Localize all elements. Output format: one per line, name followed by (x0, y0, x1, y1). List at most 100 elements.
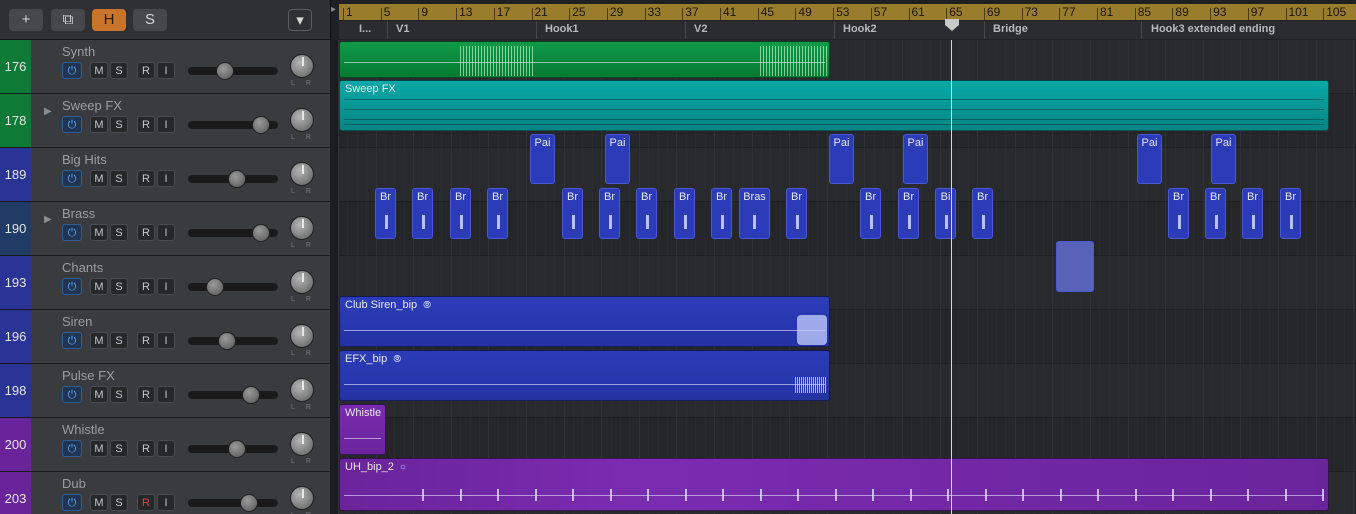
mute-button[interactable]: M (90, 386, 108, 403)
marker-track[interactable]: I... V1 Hook1 V2 Hook2 Bridge Hook3 extended e… (339, 21, 1356, 39)
input-monitor-button[interactable]: I (157, 116, 175, 133)
record-enable-button[interactable]: R (137, 116, 155, 133)
track-on-button[interactable]: ⏻ (62, 62, 82, 79)
pan-knob[interactable] (290, 162, 314, 186)
volume-fader[interactable] (188, 499, 278, 507)
solo-button[interactable]: S (110, 62, 128, 79)
record-enable-button[interactable]: R (137, 62, 155, 79)
region-brass[interactable]: Br (599, 188, 620, 239)
region-big-hit[interactable]: Pai (530, 134, 555, 184)
solo-button[interactable]: S (110, 224, 128, 241)
volume-fader-knob[interactable] (216, 62, 234, 80)
pan-knob[interactable] (290, 54, 314, 78)
region-brass[interactable]: Br (412, 188, 433, 239)
track-header-sweep-fx[interactable]: 178 ▶ Sweep FX ⏻ M S R I LR (0, 94, 330, 148)
region-efx-bip[interactable]: EFX_bip ⦾ (339, 350, 830, 401)
volume-fader-knob[interactable] (240, 494, 258, 512)
region-brass[interactable]: Br (1242, 188, 1263, 239)
pan-knob[interactable] (290, 486, 314, 510)
track-on-button[interactable]: ⏻ (62, 116, 82, 133)
track-header-chants[interactable]: 193 Chants ⏻ M S R I LR (0, 256, 330, 310)
volume-fader[interactable] (188, 391, 278, 399)
region-uh-bip[interactable]: UH_bip_2 ○ (339, 458, 1329, 511)
mute-button[interactable]: M (90, 332, 108, 349)
marker-hook2[interactable]: Hook2 (843, 23, 877, 35)
mute-button[interactable]: M (90, 494, 108, 511)
region-brass[interactable]: Br (1168, 188, 1189, 239)
mute-button[interactable]: M (90, 62, 108, 79)
region-chants[interactable] (1056, 241, 1094, 292)
track-on-button[interactable]: ⏻ (62, 170, 82, 187)
region-big-hit[interactable]: Pai (1137, 134, 1162, 184)
record-enable-button[interactable]: R (137, 170, 155, 187)
region-brass[interactable]: Bi (935, 188, 956, 239)
track-name[interactable]: Brass (62, 206, 95, 221)
track-header-dub[interactable]: 203Dub⏻MSRILR (0, 472, 330, 514)
track-header-brass[interactable]: 190 ▶ Brass ⏻ M S R I LR (0, 202, 330, 256)
marker-bridge[interactable]: Bridge (993, 23, 1028, 35)
track-name[interactable]: Pulse FX (62, 368, 115, 383)
volume-fader-knob[interactable] (252, 224, 270, 242)
duplicate-track-button[interactable]: ⧉ (51, 9, 85, 31)
volume-fader-knob[interactable] (228, 440, 246, 458)
track-name[interactable]: Dub (62, 476, 86, 491)
region-brass[interactable]: Br (636, 188, 657, 239)
region-big-hit[interactable]: Pai (829, 134, 854, 184)
input-monitor-button[interactable]: I (157, 224, 175, 241)
input-monitor-button[interactable]: I (157, 386, 175, 403)
region-brass[interactable]: Br (487, 188, 508, 239)
track-on-button[interactable]: ⏻ (62, 440, 82, 457)
region-brass[interactable]: Br (898, 188, 919, 239)
region-brass[interactable]: Br (1205, 188, 1226, 239)
record-enable-button[interactable]: R (137, 386, 155, 403)
region-brass[interactable]: Br (674, 188, 695, 239)
track-header-siren[interactable]: 196 Siren ⏻ M S R I LR (0, 310, 330, 364)
track-header-synth[interactable]: 176 Synth ⏻ M S R I LR (0, 40, 330, 94)
track-name[interactable]: Whistle (62, 422, 105, 437)
volume-fader-knob[interactable] (252, 116, 270, 134)
input-monitor-button[interactable]: I (157, 332, 175, 349)
region-sweep-fx[interactable]: Sweep FX (339, 80, 1329, 131)
volume-fader[interactable] (188, 283, 278, 291)
timeline-ruler[interactable]: ▸ 1 5 9 13 17 21 25 29 33 37 41 45 49 53 57 61 65 69 73 77 8… (330, 0, 1356, 40)
marker-hook3-extended-ending[interactable]: Hook3 extended ending (1151, 23, 1275, 35)
hide-tracks-button[interactable]: H (92, 9, 126, 31)
filter-menu-button[interactable]: ▾ (288, 9, 312, 31)
playhead[interactable] (951, 40, 952, 514)
show-tracks-button[interactable]: S (133, 9, 167, 31)
region-whistle[interactable]: Whistle (339, 404, 386, 455)
region-big-hit[interactable]: Pai (1211, 134, 1236, 184)
track-name[interactable]: Big Hits (62, 152, 107, 167)
record-enable-button[interactable]: R (137, 494, 155, 511)
region-brass[interactable]: Br (562, 188, 583, 239)
mute-button[interactable]: M (90, 170, 108, 187)
track-on-button[interactable]: ⏻ (62, 494, 82, 511)
pan-knob[interactable] (290, 324, 314, 348)
track-on-button[interactable]: ⏻ (62, 332, 82, 349)
region-brass[interactable]: Br (786, 188, 807, 239)
track-on-button[interactable]: ⏻ (62, 224, 82, 241)
track-name[interactable]: Synth (62, 44, 95, 59)
disclosure-triangle-icon[interactable]: ▶ (44, 214, 52, 225)
marker-hook1[interactable]: Hook1 (545, 23, 579, 35)
input-monitor-button[interactable]: I (157, 170, 175, 187)
track-header-pulse-fx[interactable]: 198 Pulse FX ⏻ M S R I LR (0, 364, 330, 418)
volume-fader-knob[interactable] (228, 170, 246, 188)
input-monitor-button[interactable]: I (157, 440, 175, 457)
region-brass[interactable]: Br (450, 188, 471, 239)
marker-v1[interactable]: V1 (396, 23, 409, 35)
solo-button[interactable]: S (110, 386, 128, 403)
bar-ruler[interactable]: 1 5 9 13 17 21 25 29 33 37 41 45 49 53 57 61 65 69 73 77 81 8… (339, 4, 1356, 24)
pan-knob[interactable] (290, 108, 314, 132)
solo-button[interactable]: S (110, 278, 128, 295)
region-big-hit[interactable]: Pai (605, 134, 630, 184)
region-brass[interactable]: Bras (739, 188, 770, 239)
pan-knob[interactable] (290, 216, 314, 240)
track-on-button[interactable]: ⏻ (62, 386, 82, 403)
pan-knob[interactable] (290, 378, 314, 402)
track-on-button[interactable]: ⏻ (62, 278, 82, 295)
region-brass[interactable]: Br (972, 188, 993, 239)
add-track-button[interactable]: + (9, 9, 43, 31)
region-brass[interactable]: Br (711, 188, 732, 239)
track-header-whistle[interactable]: 200 Whistle ⏻ M S R I LR (0, 418, 330, 472)
